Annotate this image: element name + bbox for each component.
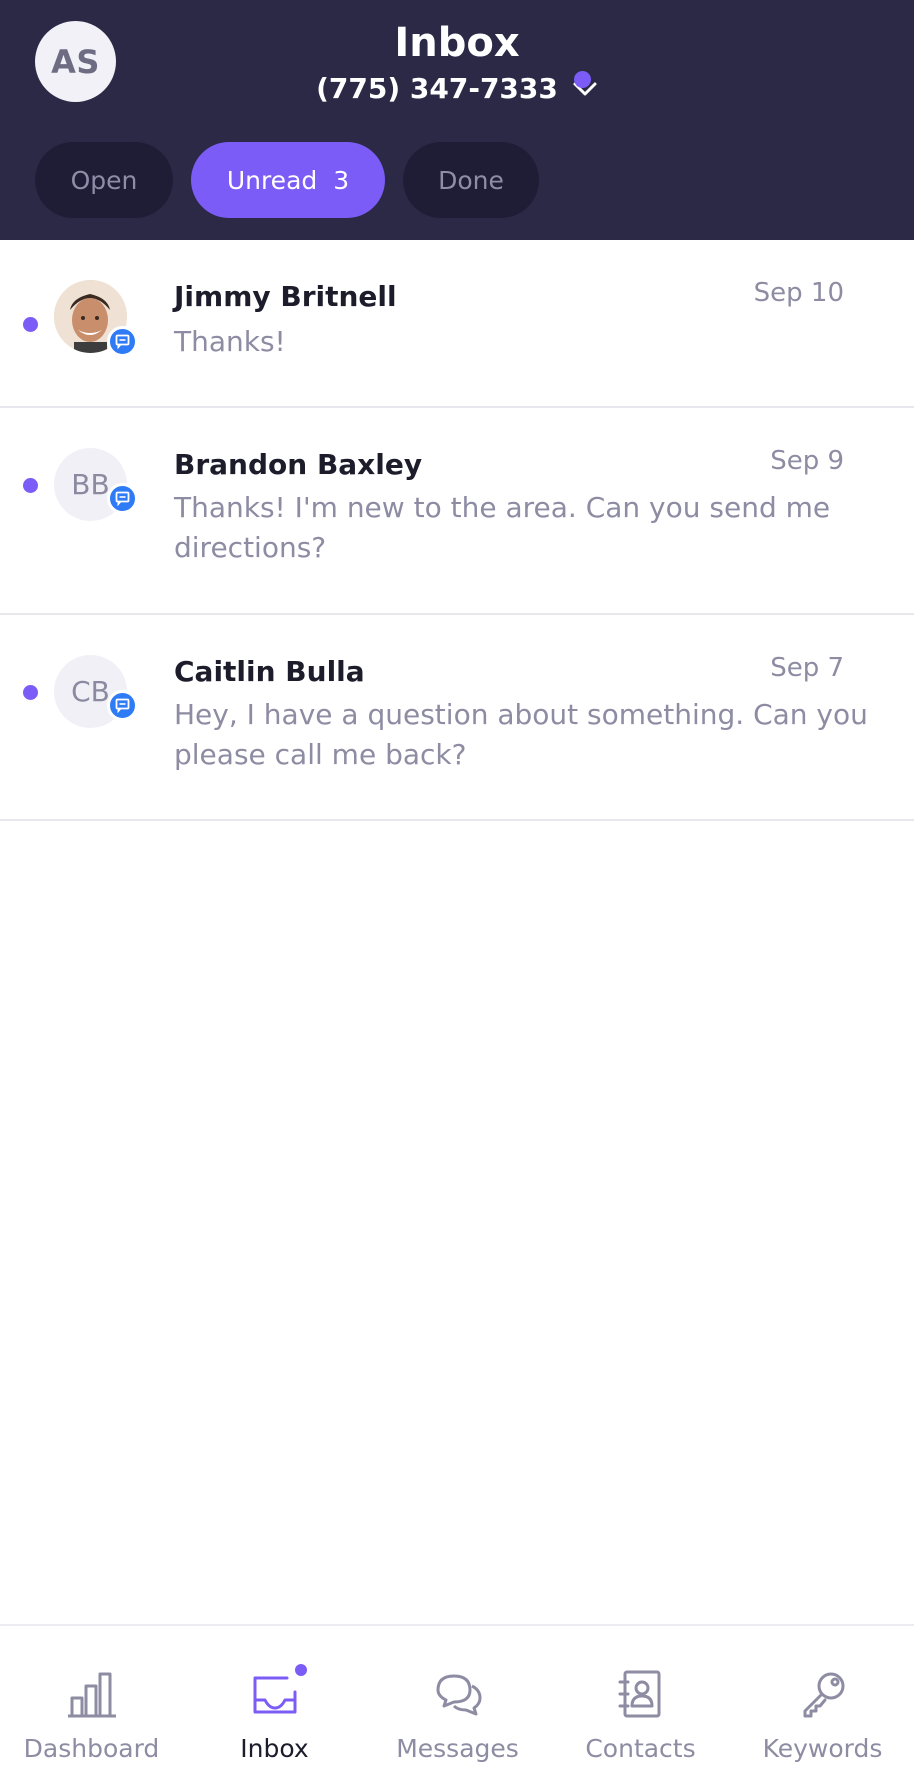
nav-dashboard[interactable]: Dashboard [0, 1626, 183, 1792]
bar-chart-icon [67, 1672, 116, 1718]
nav-messages[interactable]: Messages [366, 1626, 549, 1792]
page-title: Inbox [394, 20, 520, 66]
inbox-notification-dot [292, 1662, 309, 1678]
tab-unread[interactable]: Unread 3 [191, 142, 385, 218]
message-date: Sep 7 [770, 653, 844, 683]
contact-initials: BB [71, 468, 110, 501]
chat-bubbles-icon [436, 1674, 481, 1716]
conversation-row[interactable]: Jimmy Britnell Sep 10 Thanks! [0, 240, 914, 408]
phone-number: (775) 347-7333 [316, 72, 558, 105]
chat-icon [107, 690, 138, 721]
tab-unread-count: 3 [333, 165, 350, 195]
inbox-icon [249, 1662, 309, 1720]
nav-inbox[interactable]: Inbox [183, 1626, 366, 1792]
tab-open[interactable]: Open [35, 142, 173, 218]
message-preview: Hey, I have a question about something. … [174, 698, 868, 771]
contact-book-icon [618, 1670, 660, 1718]
unread-indicator [23, 478, 38, 493]
nav-messages-label: Messages [396, 1734, 519, 1763]
chat-icon [107, 326, 138, 357]
tab-open-label: Open [70, 165, 138, 195]
inbox-header: AS Inbox (775) 347-7333 Open Unread 3 Do… [0, 0, 914, 240]
inbox-screen: AS Inbox (775) 347-7333 Open Unread 3 Do… [0, 0, 914, 1792]
filter-tabs: Open Unread 3 Done [35, 142, 539, 218]
tab-done[interactable]: Done [403, 142, 539, 218]
unread-indicator [23, 317, 38, 332]
contact-name: Jimmy Britnell [174, 280, 397, 313]
contact-name: Brandon Baxley [174, 448, 423, 481]
nav-keywords-label: Keywords [762, 1734, 883, 1763]
message-date: Sep 9 [770, 446, 844, 476]
tab-unread-label: Unread [226, 165, 318, 195]
conversation-list: Jimmy Britnell Sep 10 Thanks! BB Brandon… [0, 240, 914, 821]
nav-contacts-label: Contacts [585, 1734, 696, 1763]
message-preview: Thanks! [174, 325, 286, 358]
key-icon [803, 1672, 844, 1718]
unread-indicator [23, 685, 38, 700]
conversation-row[interactable]: BB Brandon Baxley Sep 9 Thanks! I'm new … [0, 408, 914, 615]
message-date: Sep 10 [753, 278, 844, 308]
phone-number-selector[interactable]: (775) 347-7333 [0, 72, 914, 105]
status-indicator-dot [574, 71, 591, 88]
nav-contacts[interactable]: Contacts [549, 1626, 732, 1792]
bottom-navigation: Dashboard Inbox Messages Contacts Keywor… [0, 1624, 914, 1792]
message-preview: Thanks! I'm new to the area. Can you sen… [174, 491, 831, 564]
contact-name: Caitlin Bulla [174, 655, 365, 688]
contact-initials: CB [71, 675, 110, 708]
tab-done-label: Done [438, 165, 504, 195]
nav-inbox-label: Inbox [240, 1734, 309, 1763]
nav-dashboard-label: Dashboard [23, 1734, 160, 1763]
conversation-row[interactable]: CB Caitlin Bulla Sep 7 Hey, I have a que… [0, 615, 914, 821]
chat-icon [107, 483, 138, 514]
nav-keywords[interactable]: Keywords [731, 1626, 914, 1792]
